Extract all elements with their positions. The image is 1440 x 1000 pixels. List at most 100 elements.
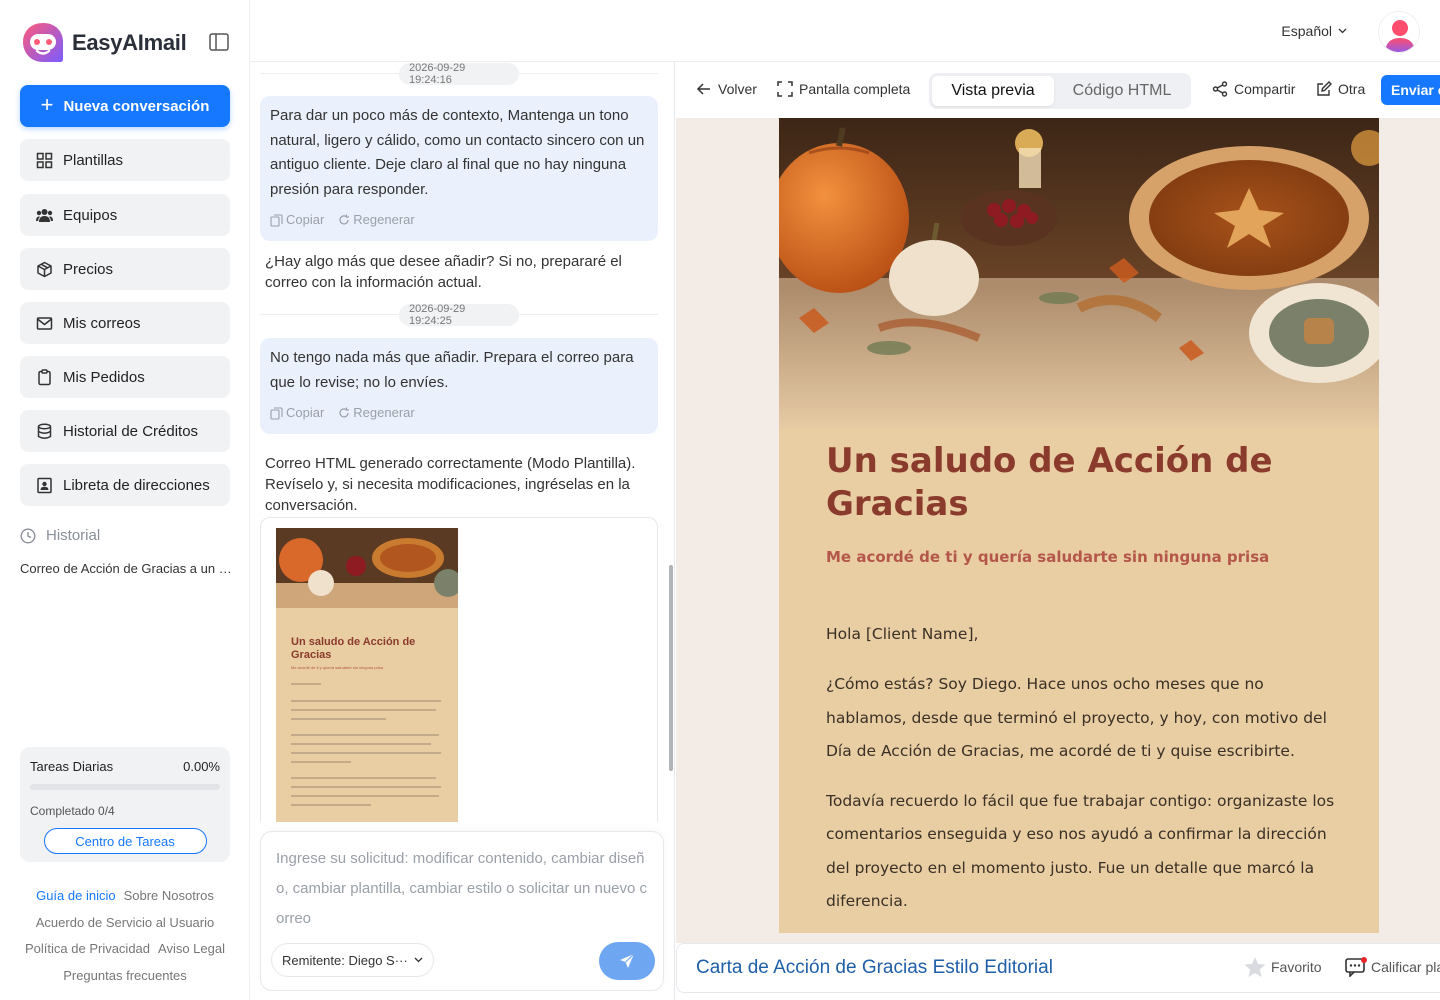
sidebar-item-pricing[interactable]: Precios xyxy=(20,248,230,290)
rate-template-button[interactable]: Calificar pla xyxy=(1345,957,1440,977)
history-item[interactable]: Correo de Acción de Gracias a un … xyxy=(20,561,230,576)
daily-tasks-panel: Tareas Diarias 0.00% Completado 0/4 Cent… xyxy=(20,747,230,862)
copy-icon xyxy=(270,214,283,227)
sidebar-item-credit-history[interactable]: Historial de Créditos xyxy=(20,410,230,452)
app-logo[interactable]: EasyAImail xyxy=(20,20,187,66)
sidebar-item-label: Historial de Créditos xyxy=(63,422,199,440)
email-paragraph: ¿Cómo estás? Soy Diego. Hace unos ocho m… xyxy=(826,675,1327,760)
sender-label: Remitente: Diego S··· xyxy=(282,952,408,968)
thumbnail-text-line xyxy=(291,683,321,685)
thumbnail-text-line xyxy=(291,795,439,797)
email-document: Un saludo de Acción de Gracias Me acordé… xyxy=(779,118,1379,933)
email-preview-card[interactable]: Un saludo de Acción de Gracias Me acordé… xyxy=(260,517,658,822)
plus-icon: + xyxy=(40,92,54,117)
copy-button[interactable]: Copiar xyxy=(270,401,324,426)
message-timestamp: 2026-09-29 19:24:16 xyxy=(399,62,519,86)
email-thumbnail[interactable]: Un saludo de Acción de Gracias Me acordé… xyxy=(276,528,458,822)
daily-tasks-percent: 0.00% xyxy=(183,759,220,774)
send-email-button[interactable]: Enviar c xyxy=(1381,75,1440,105)
thumbnail-text-line xyxy=(291,743,431,745)
sidebar-item-templates[interactable]: Plantillas xyxy=(20,139,230,181)
feedback-icon xyxy=(1345,957,1367,977)
sender-selector[interactable]: Remitente: Diego S··· xyxy=(271,943,434,977)
history-header: Historial xyxy=(20,527,100,544)
thumbnail-text-line xyxy=(291,709,436,711)
sidebar-collapse-icon[interactable] xyxy=(209,33,229,51)
language-selector[interactable]: Español xyxy=(1281,23,1347,39)
regenerate-label: Regenerar xyxy=(353,405,415,420)
link-legal-notice[interactable]: Aviso Legal xyxy=(158,941,225,956)
task-center-button[interactable]: Centro de Tareas xyxy=(43,828,207,854)
email-subtitle: Me acordé de ti y quería saludarte sin n… xyxy=(826,548,1270,566)
user-avatar[interactable] xyxy=(1378,11,1420,53)
tab-html-code[interactable]: Código HTML xyxy=(1057,76,1187,106)
logo-icon xyxy=(23,23,63,62)
clock-icon xyxy=(20,527,36,544)
thanksgiving-table-image xyxy=(276,528,458,608)
copy-label: Copiar xyxy=(286,405,325,420)
fullscreen-icon xyxy=(777,81,793,97)
user-message: No tengo nada más que añadir. Prepara el… xyxy=(260,338,658,434)
copy-button[interactable]: Copiar xyxy=(270,208,324,233)
email-paragraph: Todavía recuerdo lo fácil que fue trabaj… xyxy=(826,792,1335,911)
app-name: EasyAImail xyxy=(72,30,187,55)
thumbnail-text-line xyxy=(291,777,436,779)
user-message: Para dar un poco más de contexto, Manten… xyxy=(260,96,658,241)
share-icon xyxy=(1212,81,1228,97)
view-tabs: Vista previa Código HTML xyxy=(929,73,1191,109)
sidebar-item-teams[interactable]: Equipos xyxy=(20,194,230,236)
back-button[interactable]: Volver xyxy=(696,81,757,97)
daily-tasks-label: Tareas Diarias xyxy=(30,759,114,774)
footer-links: Guía de inicio Sobre Nosotros Acuerdo de … xyxy=(0,883,250,989)
link-about-us[interactable]: Sobre Nosotros xyxy=(124,888,214,903)
email-preview-canvas: Un saludo de Acción de Gracias Me acordé… xyxy=(676,118,1440,943)
regenerate-button[interactable]: Regenerar xyxy=(338,401,415,426)
share-button[interactable]: Compartir xyxy=(1212,81,1295,97)
link-privacy-policy[interactable]: Política de Privacidad xyxy=(25,941,150,956)
edit-icon xyxy=(1317,81,1332,96)
thumbnail-text-line xyxy=(291,804,371,806)
preview-toolbar: Volver Pantalla completa Vista previa Có… xyxy=(676,62,1440,118)
tasks-completed: Completado 0/4 xyxy=(30,804,115,818)
thumbnail-subtitle: Me acordé de ti y quería saludarte sin n… xyxy=(291,665,384,670)
thumbnail-text-line xyxy=(291,761,351,763)
chat-scrollbar[interactable] xyxy=(669,565,673,771)
copy-icon xyxy=(270,407,283,420)
other-button[interactable]: Otra xyxy=(1316,81,1365,97)
sidebar-item-my-orders[interactable]: Mis Pedidos xyxy=(20,356,230,398)
thumbnail-text-line xyxy=(291,700,441,702)
link-getting-started[interactable]: Guía de inicio xyxy=(36,888,116,903)
sidebar-item-my-emails[interactable]: Mis correos xyxy=(20,302,230,344)
send-message-button[interactable] xyxy=(599,942,655,980)
link-terms-of-service[interactable]: Acuerdo de Servicio al Usuario xyxy=(36,915,214,930)
message-text: Para dar un poco más de contexto, Manten… xyxy=(270,107,645,198)
message-composer: Ingrese su solicitud: modificar contenid… xyxy=(260,831,664,991)
share-label: Compartir xyxy=(1234,81,1296,97)
rate-label: Calificar pla xyxy=(1371,959,1440,975)
email-body: Hola [Client Name], ¿Cómo estás? Soy Die… xyxy=(826,618,1341,933)
new-conversation-button[interactable]: + Nueva conversación xyxy=(20,85,230,127)
thumbnail-text-line xyxy=(291,734,439,736)
team-icon xyxy=(36,208,53,222)
sidebar-item-label: Precios xyxy=(63,260,114,278)
favorite-button[interactable]: Favorito xyxy=(1243,955,1322,979)
database-icon xyxy=(37,423,52,439)
thumbnail-text-line xyxy=(291,786,441,788)
history-label: Historial xyxy=(46,527,101,544)
new-conversation-label: Nueva conversación xyxy=(63,97,210,115)
tab-preview[interactable]: Vista previa xyxy=(932,76,1054,106)
fullscreen-button[interactable]: Pantalla completa xyxy=(777,81,910,97)
chevron-down-icon xyxy=(1338,28,1347,34)
sidebar-item-address-book[interactable]: Libreta de direcciones xyxy=(20,464,230,506)
email-title: Un saludo de Acción de Gracias xyxy=(826,441,1273,524)
favorite-label: Favorito xyxy=(1271,959,1322,975)
arrow-left-icon xyxy=(696,83,710,95)
grid-icon xyxy=(36,152,53,168)
thanksgiving-hero-image xyxy=(779,118,1379,428)
regenerate-button[interactable]: Regenerar xyxy=(338,208,415,233)
assistant-message: Correo HTML generado correctamente (Modo… xyxy=(265,455,636,514)
thumbnail-title: Un saludo de Acción de Gracias xyxy=(291,636,416,661)
message-input[interactable]: Ingrese su solicitud: modificar contenid… xyxy=(276,844,648,934)
link-faq[interactable]: Preguntas frecuentes xyxy=(63,968,187,983)
language-label: Español xyxy=(1281,23,1332,39)
